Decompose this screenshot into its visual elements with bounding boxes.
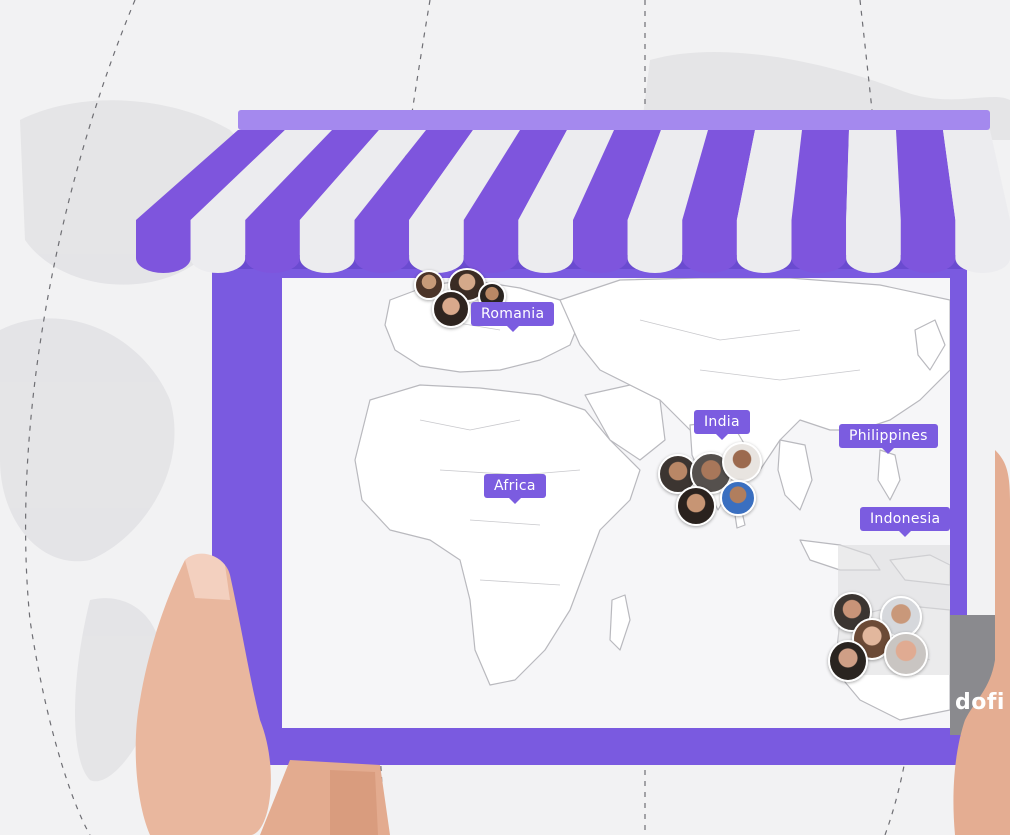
avatar — [722, 442, 762, 482]
awning-scallop — [682, 220, 737, 274]
map-label-india: India — [694, 410, 750, 440]
map-label-indonesia: Indonesia — [860, 507, 951, 537]
awning-scallop — [190, 220, 246, 274]
awning-scallop — [627, 220, 683, 274]
awning-scallop — [900, 220, 956, 274]
awning-scallop — [354, 220, 410, 274]
awning-scallop — [736, 220, 792, 274]
storefront-awning — [136, 110, 1010, 274]
awning-scallop — [409, 220, 464, 274]
avatar — [676, 486, 716, 526]
awning-scallop — [518, 220, 573, 274]
awning-stripe — [846, 130, 901, 220]
map-label-africa: Africa — [484, 474, 546, 504]
awning-scallop — [463, 220, 519, 274]
awning-scallop — [846, 220, 901, 274]
map-label-romania: Romania — [471, 302, 555, 332]
map-label-philippines: Philippines — [839, 424, 938, 454]
awning-scallop — [955, 220, 1010, 274]
avatar — [720, 480, 756, 516]
awning-scallop — [299, 220, 355, 274]
awning-scallop — [573, 220, 628, 274]
avatar — [432, 290, 470, 328]
awning-scallop — [136, 220, 191, 274]
awning-scallop — [791, 220, 847, 274]
awning-scallop — [245, 220, 300, 274]
storefront-scene — [0, 0, 1010, 835]
avatar — [884, 632, 928, 676]
avatar — [828, 640, 868, 682]
brand-logo-text: dofi — [955, 690, 1005, 715]
